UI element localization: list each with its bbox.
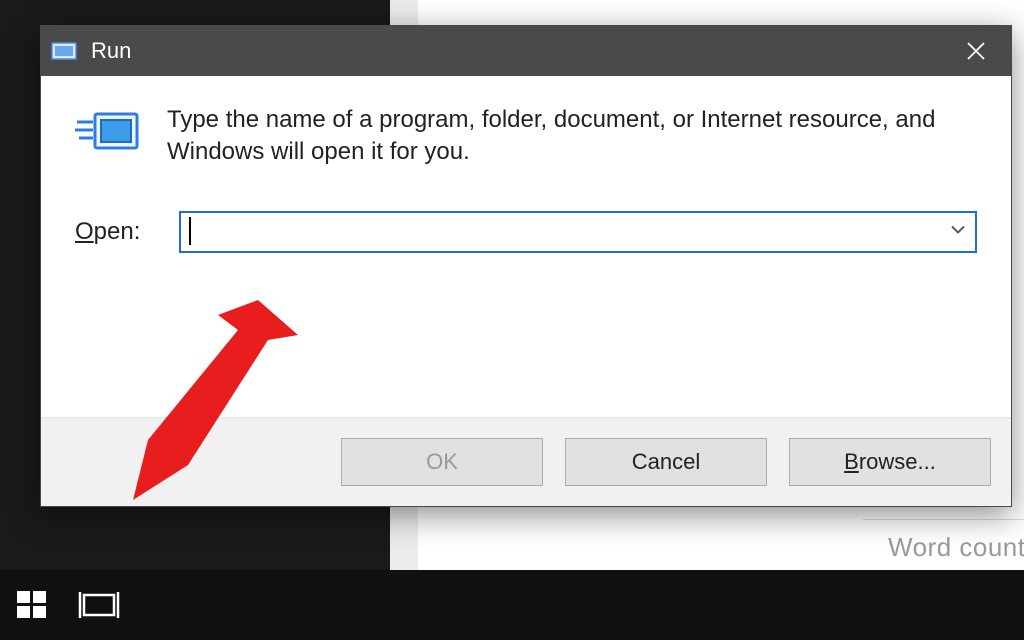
taskbar[interactable] xyxy=(0,570,1024,640)
dialog-title: Run xyxy=(91,38,131,64)
ok-button[interactable]: OK xyxy=(341,438,543,486)
ok-button-label: OK xyxy=(426,449,458,475)
task-view-icon xyxy=(78,588,120,622)
run-icon xyxy=(51,41,77,61)
open-combobox[interactable] xyxy=(179,211,977,253)
browse-button[interactable]: Browse... xyxy=(789,438,991,486)
run-large-icon xyxy=(75,108,141,165)
task-view-button[interactable] xyxy=(78,588,120,622)
background-divider xyxy=(863,519,1024,520)
cancel-button[interactable]: Cancel xyxy=(565,438,767,486)
text-caret xyxy=(189,217,191,245)
cancel-button-label: Cancel xyxy=(632,449,700,475)
run-dialog: Run Type the name of a program, xyxy=(40,25,1012,507)
close-icon xyxy=(965,40,987,62)
start-button[interactable] xyxy=(14,587,50,623)
dialog-description: Type the name of a program, folder, docu… xyxy=(167,104,977,169)
background-word-count-text: Word count: 2042 xyxy=(888,532,1024,563)
titlebar[interactable]: Run xyxy=(41,26,1011,76)
browse-button-label: Browse... xyxy=(844,449,936,475)
close-button[interactable] xyxy=(941,26,1011,76)
open-input[interactable] xyxy=(179,211,977,253)
button-bar: OK Cancel Browse... xyxy=(41,417,1011,506)
open-label: Open: xyxy=(75,218,161,246)
windows-icon xyxy=(14,587,50,623)
